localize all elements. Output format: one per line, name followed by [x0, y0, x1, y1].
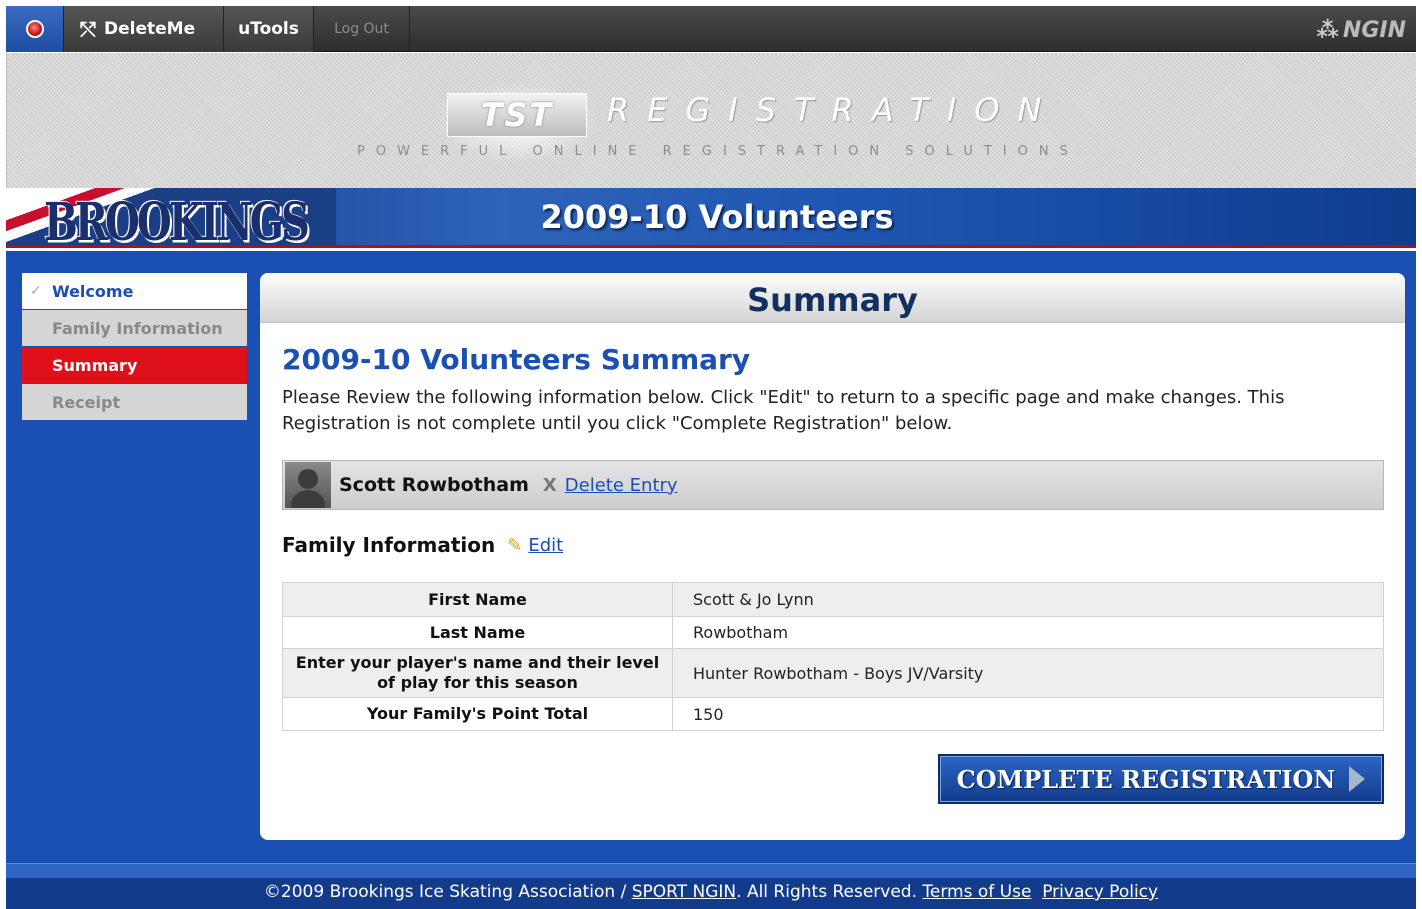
- panel-header: Summary: [260, 273, 1405, 323]
- sport-ngin-link[interactable]: SPORT NGIN: [632, 882, 736, 902]
- summary-panel: Summary 2009-10 Volunteers Summary Pleas…: [260, 273, 1405, 840]
- network-icon: ⤲: [80, 17, 96, 41]
- field-label: Enter your player's name and their level…: [282, 648, 673, 698]
- family-info-table: First Name Scott & Jo Lynn Last Name Row…: [282, 582, 1384, 731]
- delete-entry-link[interactable]: Delete Entry: [565, 475, 678, 496]
- table-row: Last Name Rowbotham: [282, 616, 1384, 649]
- banner-title: REGISTRATION: [607, 91, 1060, 129]
- banner-tagline: POWERFUL ONLINE REGISTRATION SOLUTIONS: [357, 144, 1079, 159]
- nav-item-label: Receipt: [52, 392, 121, 412]
- footer-copyright: ©2009 Brookings Ice Skating Association …: [263, 882, 632, 902]
- arrow-right-icon: [1349, 766, 1366, 792]
- pencil-icon: ✎: [507, 534, 523, 556]
- table-row: First Name Scott & Jo Lynn: [282, 582, 1384, 617]
- complete-registration-button[interactable]: COMPLETE REGISTRATION: [938, 754, 1384, 804]
- nav-item-summary[interactable]: Summary: [22, 347, 247, 383]
- tst-logo: TST: [447, 93, 587, 137]
- nav-item-label: Summary: [52, 355, 138, 375]
- footer-line: ©2009 Brookings Ice Skating Association …: [6, 882, 1416, 902]
- ngin-molecule-icon: ⁂: [1316, 17, 1339, 43]
- field-value: Rowbotham: [672, 616, 1384, 649]
- terms-of-use-link[interactable]: Terms of Use: [922, 882, 1031, 902]
- family-info-heading: Family Information: [282, 533, 496, 557]
- field-value: Scott & Jo Lynn: [672, 582, 1384, 617]
- home-button[interactable]: [6, 6, 64, 52]
- edit-link[interactable]: Edit: [528, 535, 563, 556]
- field-label: Last Name: [282, 616, 673, 649]
- logout-label: Log Out: [334, 21, 389, 37]
- footer: ©2009 Brookings Ice Skating Association …: [6, 863, 1416, 909]
- utools-button[interactable]: uTools: [224, 6, 314, 52]
- top-toolbar: ⤲ DeleteMe uTools Log Out ⁂ NGIN: [6, 6, 1416, 52]
- field-label: First Name: [282, 582, 673, 617]
- deleteme-label: DeleteMe: [104, 19, 196, 39]
- checkmark-icon: ✓: [30, 283, 42, 299]
- table-row: Enter your player's name and their level…: [282, 648, 1384, 698]
- nav-item-label: Family Information: [52, 318, 223, 338]
- avatar: [285, 462, 331, 508]
- footer-rights: . All Rights Reserved.: [736, 882, 923, 902]
- complete-registration-label: COMPLETE REGISTRATION: [956, 764, 1336, 794]
- nav-item-welcome[interactable]: ✓ Welcome: [22, 273, 247, 309]
- ngin-logo[interactable]: ⁂ NGIN: [1316, 10, 1406, 50]
- logout-link[interactable]: Log Out: [314, 6, 410, 52]
- nav-item-label: Welcome: [52, 281, 134, 301]
- field-value: Hunter Rowbotham - Boys JV/Varsity: [672, 648, 1384, 698]
- field-value: 150: [672, 697, 1384, 731]
- intro-text: Please Review the following information …: [282, 387, 1285, 434]
- nav-item-family-information[interactable]: Family Information: [22, 310, 247, 346]
- panel-header-title: Summary: [747, 281, 918, 319]
- entry-row: Scott Rowbotham X Delete Entry: [282, 460, 1384, 510]
- utools-label: uTools: [238, 19, 299, 39]
- deleteme-button[interactable]: ⤲ DeleteMe: [64, 6, 224, 52]
- privacy-policy-link[interactable]: Privacy Policy: [1042, 882, 1158, 902]
- nav-item-receipt[interactable]: Receipt: [22, 384, 247, 420]
- entry-name: Scott Rowbotham: [339, 474, 529, 496]
- delete-x-icon[interactable]: X: [543, 475, 557, 496]
- team-title: 2009-10 Volunteers: [540, 198, 894, 236]
- registration-banner: TST REGISTRATION POWERFUL ONLINE REGISTR…: [6, 53, 1416, 188]
- page-title: 2009-10 Volunteers Summary: [282, 343, 751, 376]
- ngin-label: NGIN: [1342, 17, 1406, 43]
- table-row: Your Family's Point Total 150: [282, 697, 1384, 731]
- team-header: BROOKINGS 2009-10 Volunteers: [6, 188, 1416, 248]
- step-nav: ✓ Welcome Family Information Summary Rec…: [22, 273, 247, 421]
- red-dot-icon: [25, 20, 44, 38]
- family-info-header: Family Information ✎ Edit: [282, 533, 563, 557]
- field-label: Your Family's Point Total: [282, 697, 673, 731]
